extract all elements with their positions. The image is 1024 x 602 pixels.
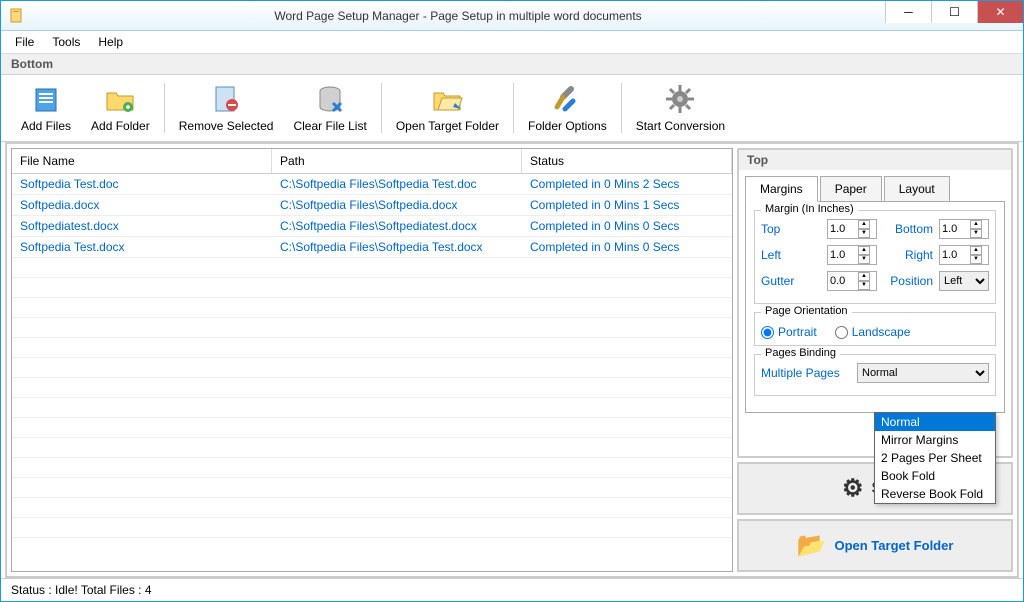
menubar: File Tools Help: [1, 31, 1023, 54]
clear-file-list-button[interactable]: Clear File List: [283, 81, 376, 135]
folder-options-label: Folder Options: [528, 119, 607, 133]
remove-selected-label: Remove Selected: [179, 119, 274, 133]
open-target-folder-big-button[interactable]: 📂 Open Target Folder: [737, 519, 1013, 572]
menu-file[interactable]: File: [15, 35, 34, 49]
minimize-button[interactable]: ─: [885, 1, 931, 23]
folder-options-button[interactable]: Folder Options: [518, 81, 617, 135]
section-top-label: Top: [739, 150, 1011, 170]
gear-icon: ⚙: [842, 474, 864, 503]
folder-options-icon: [551, 83, 583, 115]
orientation-group-title: Page Orientation: [761, 305, 852, 317]
cell-file-name: Softpediatest.docx: [12, 216, 272, 236]
margin-left-input[interactable]: ▲▼: [827, 245, 877, 265]
table-row[interactable]: Softpedia.docxC:\Softpedia Files\Softped…: [12, 195, 732, 216]
open-target-folder-label: Open Target Folder: [396, 119, 499, 133]
add-folder-label: Add Folder: [91, 119, 150, 133]
tab-layout[interactable]: Layout: [884, 176, 950, 202]
status-bar: Status : Idle! Total Files : 4: [1, 578, 1023, 601]
margin-bottom-input[interactable]: ▲▼: [939, 219, 989, 239]
margin-gutter-label: Gutter: [761, 274, 821, 288]
cell-path: C:\Softpedia Files\Softpedia Test.doc: [272, 174, 522, 194]
margin-top-input[interactable]: ▲▼: [827, 219, 877, 239]
multiple-pages-select[interactable]: Normal: [857, 363, 989, 383]
cell-status: Completed in 0 Mins 0 Secs: [522, 237, 732, 257]
add-files-button[interactable]: Add Files: [11, 81, 81, 135]
margins-group-title: Margin (In Inches): [761, 203, 858, 215]
col-file-name[interactable]: File Name: [12, 149, 272, 173]
col-path[interactable]: Path: [272, 149, 522, 173]
multiple-pages-label: Multiple Pages: [761, 366, 851, 380]
add-folder-button[interactable]: Add Folder: [81, 81, 160, 135]
orientation-landscape[interactable]: Landscape: [835, 325, 911, 339]
margin-right-label: Right: [883, 248, 933, 262]
close-button[interactable]: ✕: [977, 1, 1023, 23]
cell-status: Completed in 0 Mins 1 Secs: [522, 195, 732, 215]
cell-path: C:\Softpedia Files\Softpedia Test.docx: [272, 237, 522, 257]
margin-top-label: Top: [761, 222, 821, 236]
cell-file-name: Softpedia Test.doc: [12, 174, 272, 194]
tab-margins[interactable]: Margins: [745, 176, 818, 202]
spin-up-icon[interactable]: ▲: [858, 220, 870, 229]
spin-up-icon[interactable]: ▲: [970, 220, 982, 229]
cell-file-name: Softpedia.docx: [12, 195, 272, 215]
start-conversion-button[interactable]: Start Conversion: [626, 81, 735, 135]
dropdown-option[interactable]: Reverse Book Fold: [875, 485, 995, 503]
margin-position-select[interactable]: Left: [939, 271, 989, 291]
spin-down-icon[interactable]: ▼: [858, 229, 870, 238]
binding-group-title: Pages Binding: [761, 347, 840, 359]
open-target-label: Open Target Folder: [834, 538, 953, 553]
margin-left-label: Left: [761, 248, 821, 262]
open-target-folder-icon: [431, 83, 463, 115]
clear-file-list-label: Clear File List: [293, 119, 366, 133]
spin-up-icon[interactable]: ▲: [858, 272, 870, 281]
titlebar: Word Page Setup Manager - Page Setup in …: [1, 1, 1023, 31]
section-bottom-label: Bottom: [1, 54, 1023, 75]
col-status[interactable]: Status: [522, 149, 732, 173]
dropdown-option[interactable]: Normal: [875, 413, 995, 431]
spin-down-icon[interactable]: ▼: [858, 255, 870, 264]
maximize-button[interactable]: ☐: [931, 1, 977, 23]
menu-tools[interactable]: Tools: [52, 35, 80, 49]
file-grid: File Name Path Status Softpedia Test.doc…: [11, 148, 733, 572]
spin-up-icon[interactable]: ▲: [858, 246, 870, 255]
spin-up-icon[interactable]: ▲: [970, 246, 982, 255]
tab-paper[interactable]: Paper: [820, 176, 882, 202]
margin-position-label: Position: [883, 274, 933, 288]
start-conversion-icon: [664, 83, 696, 115]
window-title: Word Page Setup Manager - Page Setup in …: [31, 9, 885, 23]
add-folder-icon: [104, 83, 136, 115]
spin-down-icon[interactable]: ▼: [858, 281, 870, 290]
cell-path: C:\Softpedia Files\Softpediatest.docx: [272, 216, 522, 236]
add-files-label: Add Files: [21, 119, 71, 133]
multiple-pages-dropdown[interactable]: NormalMirror Margins2 Pages Per SheetBoo…: [874, 412, 996, 504]
dropdown-option[interactable]: Mirror Margins: [875, 431, 995, 449]
cell-path: C:\Softpedia Files\Softpedia.docx: [272, 195, 522, 215]
cell-file-name: Softpedia Test.docx: [12, 237, 272, 257]
app-icon: [9, 8, 25, 24]
remove-selected-button[interactable]: Remove Selected: [169, 81, 284, 135]
menu-help[interactable]: Help: [98, 35, 123, 49]
spin-down-icon[interactable]: ▼: [970, 229, 982, 238]
clear-file-list-icon: [314, 83, 346, 115]
orientation-portrait[interactable]: Portrait: [761, 325, 817, 339]
start-conversion-label: Start Conversion: [636, 119, 725, 133]
table-row[interactable]: Softpediatest.docxC:\Softpedia Files\Sof…: [12, 216, 732, 237]
margin-bottom-label: Bottom: [883, 222, 933, 236]
toolbar: Add Files Add Folder Remove Selected Cle…: [1, 75, 1023, 142]
cell-status: Completed in 0 Mins 0 Secs: [522, 216, 732, 236]
margin-right-input[interactable]: ▲▼: [939, 245, 989, 265]
table-row[interactable]: Softpedia Test.docC:\Softpedia Files\Sof…: [12, 174, 732, 195]
add-files-icon: [30, 83, 62, 115]
remove-selected-icon: [210, 83, 242, 115]
dropdown-option[interactable]: 2 Pages Per Sheet: [875, 449, 995, 467]
folder-open-icon: 📂: [797, 531, 827, 560]
spin-down-icon[interactable]: ▼: [970, 255, 982, 264]
cell-status: Completed in 0 Mins 2 Secs: [522, 174, 732, 194]
dropdown-option[interactable]: Book Fold: [875, 467, 995, 485]
table-row[interactable]: Softpedia Test.docxC:\Softpedia Files\So…: [12, 237, 732, 258]
margin-gutter-input[interactable]: ▲▼: [827, 271, 877, 291]
open-target-folder-button[interactable]: Open Target Folder: [386, 81, 509, 135]
